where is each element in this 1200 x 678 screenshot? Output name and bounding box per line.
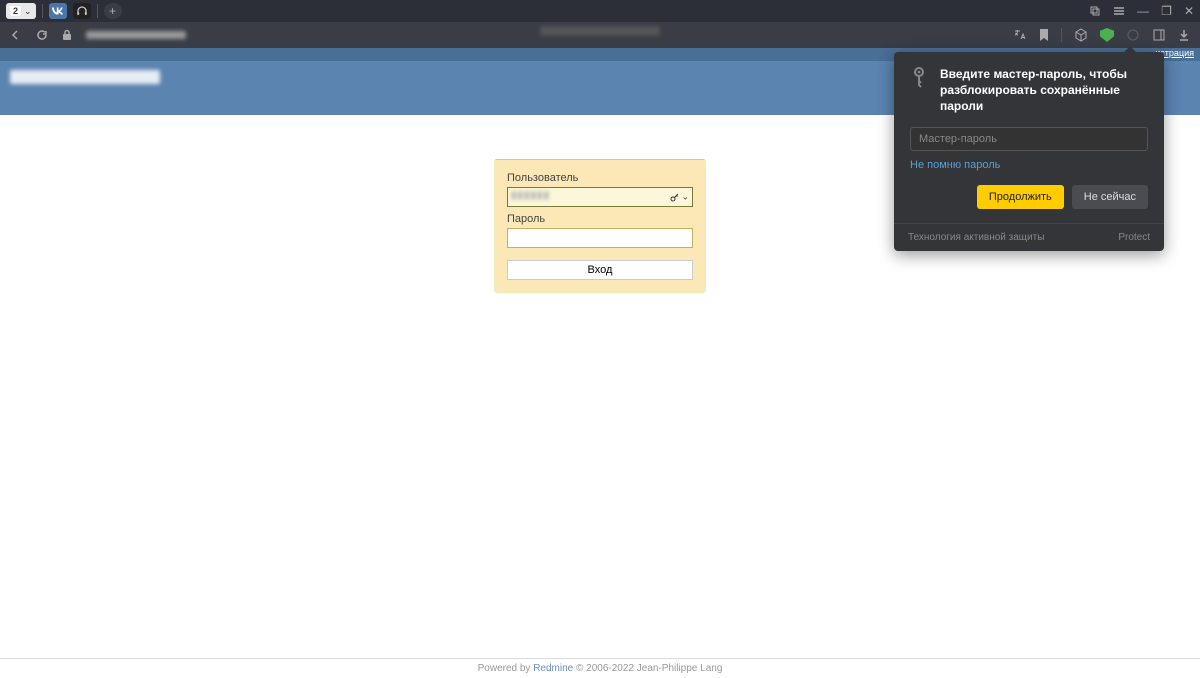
translate-icon[interactable] (1013, 28, 1027, 42)
tab-counter[interactable]: 2 ⌄ (6, 3, 36, 19)
url-title-blur (540, 26, 660, 36)
popup-arrow (1124, 46, 1136, 52)
headphones-icon (76, 5, 88, 17)
tab-vk[interactable] (49, 3, 67, 19)
password-input[interactable] (507, 228, 693, 248)
nav-reload[interactable] (36, 29, 48, 41)
window-close[interactable]: ✕ (1184, 4, 1194, 18)
bookmark-icon[interactable] (1039, 29, 1049, 41)
popup-footer: Технология активной защиты Protect (894, 223, 1164, 251)
separator (97, 4, 98, 18)
copy-icon[interactable] (1089, 5, 1101, 17)
browser-tab-bar: 2 ⌄ + — ❐ ✕ (0, 0, 1200, 22)
separator (1061, 28, 1062, 42)
window-minimize[interactable]: — (1137, 4, 1149, 18)
protect-tech-label: Технология активной защиты (908, 232, 1044, 243)
download-icon[interactable] (1178, 29, 1190, 41)
password-label: Пароль (507, 213, 693, 225)
separator (42, 4, 43, 18)
popup-title: Введите мастер-пароль, чтобы разблокиров… (940, 66, 1148, 115)
master-password-input[interactable] (910, 127, 1148, 151)
not-now-button[interactable]: Не сейчас (1072, 185, 1148, 209)
continue-button[interactable]: Продолжить (977, 185, 1064, 209)
tab-count: 2 (10, 6, 21, 16)
user-label: Пользователь (507, 172, 693, 184)
vk-icon (52, 7, 64, 15)
forgot-password-link[interactable]: Не помню пароль (910, 159, 1000, 171)
login-button[interactable]: Вход (507, 260, 693, 280)
shield-icon[interactable] (1100, 28, 1114, 42)
user-input[interactable] (507, 187, 693, 207)
page-footer: Powered by Redmine © 2006-2022 Jean-Phil… (0, 658, 1200, 678)
password-key-icon[interactable]: ⌄ (670, 192, 689, 203)
protect-label: Protect (1118, 232, 1150, 243)
sidebar-icon[interactable] (1152, 28, 1166, 42)
cube-icon[interactable] (1074, 28, 1088, 42)
key-icon (910, 66, 928, 90)
chevron-down-icon: ⌄ (24, 6, 32, 17)
window-maximize[interactable]: ❐ (1161, 4, 1172, 18)
tab-audio[interactable] (73, 3, 91, 19)
master-password-popup: Введите мастер-пароль, чтобы разблокиров… (894, 52, 1164, 251)
extension-icon[interactable] (1126, 28, 1140, 42)
new-tab-button[interactable]: + (104, 3, 122, 19)
menu-icon[interactable] (1113, 5, 1125, 17)
nav-back[interactable] (10, 29, 22, 41)
lock-icon (62, 29, 72, 41)
redmine-link[interactable]: Redmine (533, 663, 573, 674)
login-form: Пользователь ▮▮▮▮▮▮ ⌄ Пароль Вход (494, 159, 706, 293)
